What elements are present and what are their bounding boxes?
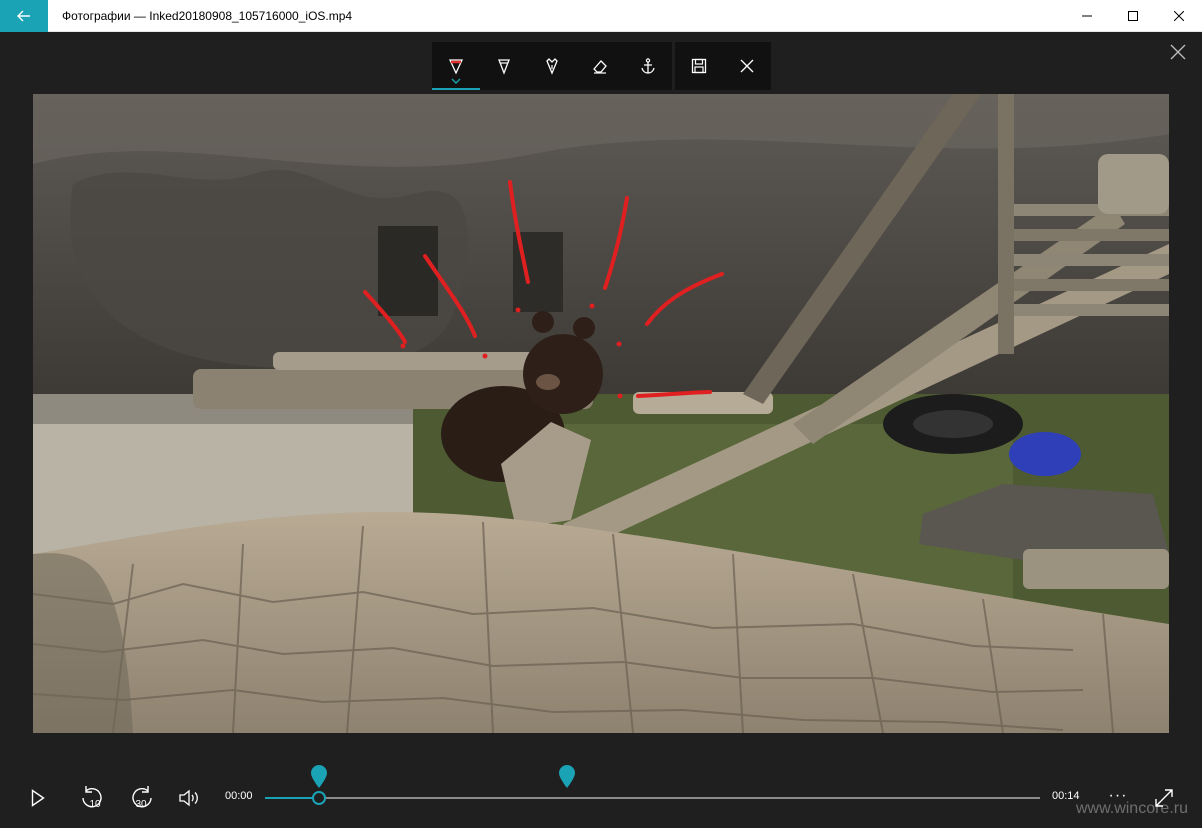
volume-icon: [179, 789, 198, 807]
close-icon: [740, 59, 754, 73]
save-icon: [691, 58, 707, 74]
save-button[interactable]: [675, 42, 723, 90]
discard-ink-button[interactable]: [723, 42, 771, 90]
close-icon: [1174, 11, 1184, 21]
playback-controls: 10 30 00:00 00:14 ··· www.wincore.ru: [0, 765, 1202, 828]
skip-back-button[interactable]: 10: [78, 784, 108, 812]
timeline-progress: [265, 797, 320, 799]
maximize-button[interactable]: [1110, 0, 1156, 32]
skip-forward-button[interactable]: 30: [126, 784, 156, 812]
skip-back-label: 10: [89, 798, 101, 810]
back-arrow-icon: [17, 10, 30, 22]
current-time: 00:00: [225, 790, 253, 802]
pencil-icon: [498, 59, 510, 75]
pencil-tool[interactable]: [480, 42, 528, 90]
watermark: www.wincore.ru: [1075, 800, 1188, 817]
title-bar: Фотографии — Inked20180908_105716000_iOS…: [0, 0, 1202, 32]
ink-start-marker[interactable]: [310, 764, 328, 790]
ink-tools-group: [432, 42, 672, 90]
minimize-icon: [1082, 15, 1092, 17]
play-button[interactable]: [24, 784, 52, 812]
anchor-icon: [641, 58, 655, 74]
calligraphy-pen-icon: [546, 58, 558, 75]
play-icon: [31, 789, 45, 807]
close-icon: [1170, 44, 1186, 60]
bear-scene-image: [33, 94, 1169, 733]
minimize-button[interactable]: [1064, 0, 1110, 32]
close-window-button[interactable]: [1156, 0, 1202, 32]
ballpoint-pen-icon: [448, 59, 464, 75]
back-button[interactable]: [0, 0, 48, 32]
chevron-down-icon: [451, 78, 461, 84]
ink-end-marker[interactable]: [558, 764, 576, 790]
timeline-slider[interactable]: [265, 797, 1040, 799]
ballpoint-pen-tool[interactable]: [432, 42, 480, 90]
video-frame[interactable]: [33, 94, 1169, 733]
map-pin-icon: [311, 765, 328, 788]
ink-toolbar: [432, 42, 771, 90]
map-pin-icon: [559, 765, 576, 788]
skip-forward-label: 30: [135, 798, 147, 810]
exit-edit-button[interactable]: [1166, 40, 1190, 64]
timeline-thumb[interactable]: [312, 791, 327, 805]
eraser-tool[interactable]: [576, 42, 624, 90]
window-title: Фотографии — Inked20180908_105716000_iOS…: [62, 9, 353, 23]
anchor-tool[interactable]: [624, 42, 672, 90]
media-stage: 10 30 00:00 00:14 ··· www.wincore.ru: [0, 32, 1202, 828]
eraser-icon: [593, 60, 607, 74]
volume-button[interactable]: [175, 784, 203, 812]
maximize-icon: [1128, 11, 1138, 21]
ink-actions-group: [675, 42, 771, 90]
calligraphy-pen-tool[interactable]: [528, 42, 576, 90]
